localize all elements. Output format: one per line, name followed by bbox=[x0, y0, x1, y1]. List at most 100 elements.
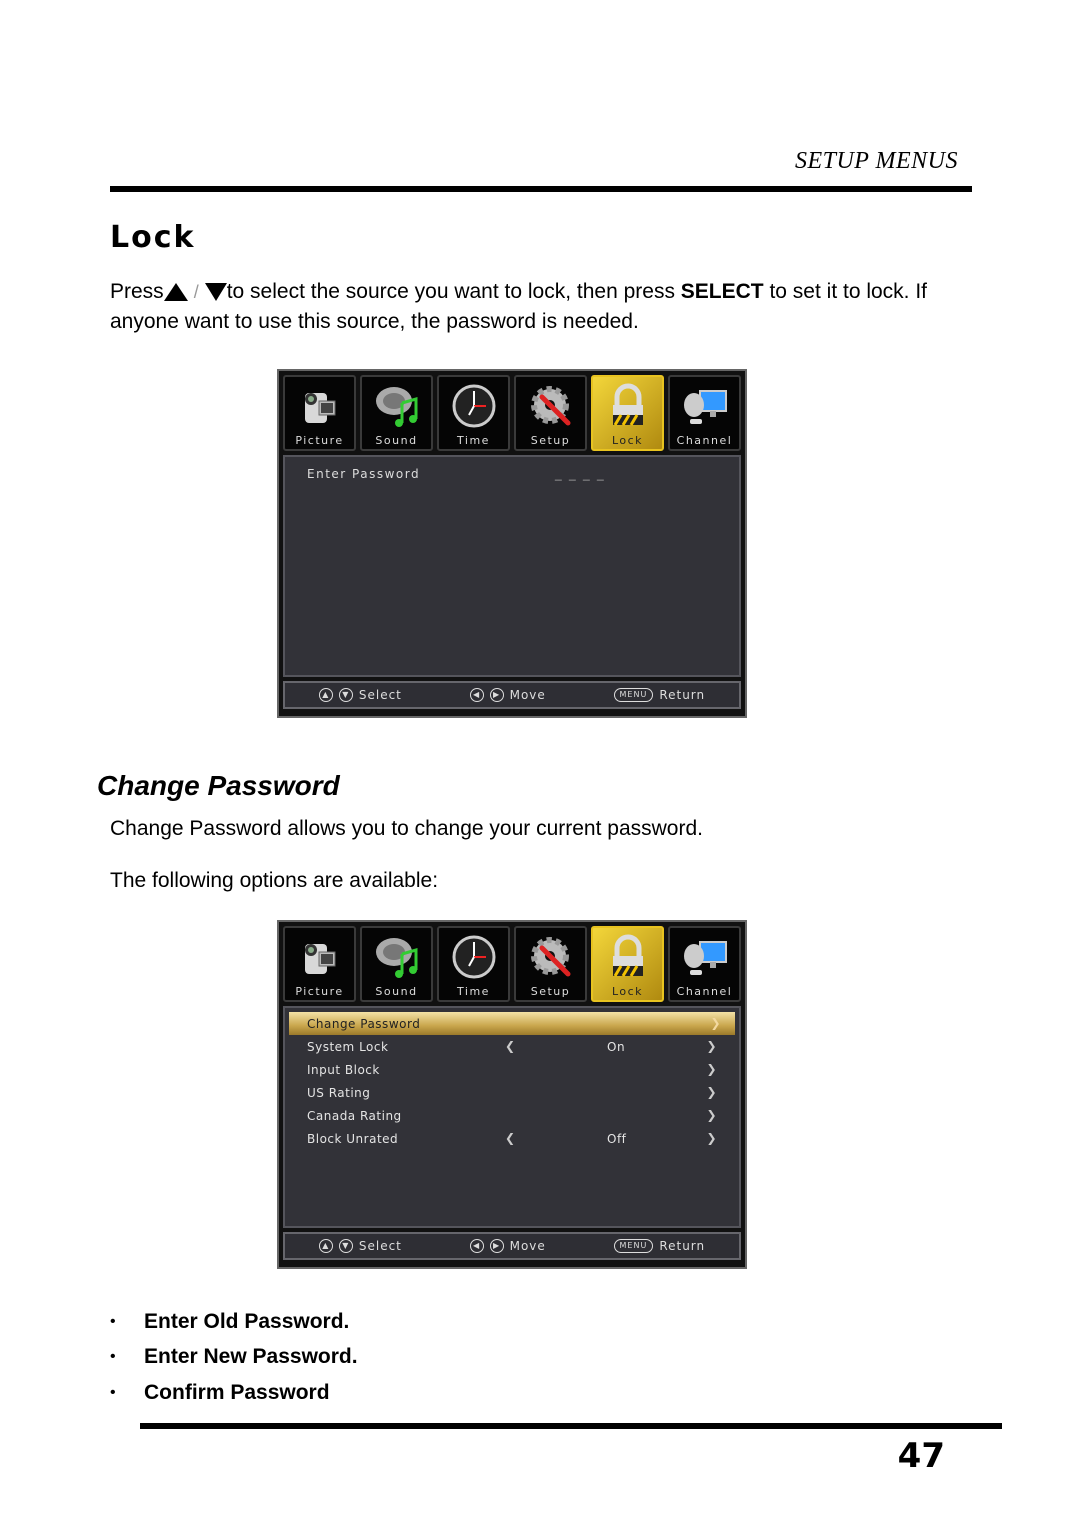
tab-channel[interactable]: Channel bbox=[668, 926, 741, 1002]
padlock-icon bbox=[605, 934, 651, 980]
menu-footer: ▲ ▼ Select ◀ ▶ Move MENU Return bbox=[283, 1232, 741, 1260]
change-password-menu-screenshot: Picture Sound Time Setup Lock Channel Change … bbox=[277, 920, 747, 1269]
tab-lock[interactable]: Lock bbox=[591, 375, 664, 451]
tab-sound[interactable]: Sound bbox=[360, 375, 433, 451]
lock-menu-screenshot: Picture Sound Time Setup Lock Channel Enter P… bbox=[277, 369, 747, 718]
tab-label: Lock bbox=[611, 434, 644, 447]
separator: / bbox=[193, 282, 199, 302]
camcorder-icon bbox=[297, 383, 343, 429]
change-password-description: Change Password allows you to change you… bbox=[110, 817, 703, 840]
chevron-right-icon[interactable]: ❯ bbox=[706, 1085, 717, 1099]
chevron-right-icon[interactable]: ❯ bbox=[706, 1108, 717, 1122]
speaker-music-icon bbox=[374, 383, 420, 429]
return-hint: MENU Return bbox=[613, 688, 706, 702]
menu-item-label: Block Unrated bbox=[307, 1132, 399, 1146]
menu-key-icon: MENU bbox=[613, 1239, 654, 1253]
chevron-left-icon[interactable]: ❮ bbox=[505, 1039, 516, 1053]
menu-item-canada-rating[interactable]: Canada Rating ❯ bbox=[285, 1104, 739, 1127]
section-header: SETUP MENUS bbox=[794, 148, 958, 174]
menu-item-label: US Rating bbox=[307, 1086, 371, 1100]
change-password-heading: Change Password bbox=[97, 770, 340, 801]
tab-label: Channel bbox=[676, 434, 733, 447]
password-panel: Enter Password _ _ _ _ bbox=[283, 455, 741, 677]
menu-key-icon: MENU bbox=[613, 688, 654, 702]
left-circle-icon: ◀ bbox=[469, 1239, 484, 1253]
chevron-right-icon[interactable]: ❯ bbox=[706, 1062, 717, 1076]
page-number: 47 bbox=[897, 1436, 945, 1476]
password-input[interactable]: _ _ _ _ bbox=[555, 467, 606, 481]
tab-label: Lock bbox=[611, 985, 644, 998]
menu-item-block-unrated[interactable]: Block Unrated ❮ Off ❯ bbox=[285, 1127, 739, 1150]
move-hint: ◀ ▶ Move bbox=[469, 1239, 546, 1253]
lock-intro: Press / to select the source you want to l… bbox=[110, 277, 970, 337]
tab-label: Sound bbox=[375, 434, 418, 447]
tab-label: Sound bbox=[375, 985, 418, 998]
tab-time[interactable]: Time bbox=[437, 375, 510, 451]
menu-item-input-block[interactable]: Input Block ❯ bbox=[285, 1058, 739, 1081]
menu-item-change-password[interactable]: Change Password ❯ bbox=[289, 1012, 735, 1035]
camcorder-icon bbox=[297, 934, 343, 980]
chevron-right-icon[interactable]: ❯ bbox=[706, 1039, 717, 1053]
clock-icon bbox=[451, 383, 497, 429]
clock-icon bbox=[451, 934, 497, 980]
speaker-music-icon bbox=[374, 934, 420, 980]
left-circle-icon: ◀ bbox=[469, 688, 484, 702]
menu-tabs: Picture Sound Time Setup Lock Channel bbox=[279, 922, 745, 1002]
select-hint: ▲ ▼ Select bbox=[318, 688, 402, 702]
select-hint-label: Select bbox=[358, 1239, 402, 1253]
tab-setup[interactable]: Setup bbox=[514, 375, 587, 451]
tab-label: Time bbox=[457, 985, 490, 998]
chevron-right-icon[interactable]: ❯ bbox=[706, 1131, 717, 1145]
tab-picture[interactable]: Picture bbox=[283, 375, 356, 451]
tab-label: Time bbox=[457, 434, 490, 447]
bullet-icon: • bbox=[110, 1312, 116, 1330]
tab-label: Channel bbox=[676, 985, 733, 998]
menu-item-label: Input Block bbox=[307, 1063, 380, 1077]
options-intro: The following options are available: bbox=[110, 869, 439, 892]
tab-picture[interactable]: Picture bbox=[283, 926, 356, 1002]
list-item: • Enter New Password. bbox=[110, 1340, 358, 1376]
tab-label: Setup bbox=[530, 434, 571, 447]
list-item-text: Enter Old Password. bbox=[144, 1309, 350, 1333]
up-circle-icon: ▲ bbox=[318, 688, 333, 702]
menu-item-us-rating[interactable]: US Rating ❯ bbox=[285, 1081, 739, 1104]
move-hint: ◀ ▶ Move bbox=[469, 688, 546, 702]
menu-item-label: Canada Rating bbox=[307, 1109, 402, 1123]
chevron-right-icon[interactable]: ❯ bbox=[710, 1016, 721, 1030]
down-circle-icon: ▼ bbox=[338, 1239, 353, 1253]
enter-password-label: Enter Password bbox=[307, 467, 421, 481]
tab-channel[interactable]: Channel bbox=[668, 375, 741, 451]
down-circle-icon: ▼ bbox=[338, 688, 353, 702]
return-hint-label: Return bbox=[659, 1239, 706, 1253]
bullet-icon: • bbox=[110, 1348, 116, 1366]
move-hint-label: Move bbox=[509, 1239, 546, 1253]
menu-item-system-lock[interactable]: System Lock ❮ On ❯ bbox=[285, 1035, 739, 1058]
select-hint: ▲ ▼ Select bbox=[318, 1239, 402, 1253]
menu-item-value: Off bbox=[607, 1132, 627, 1146]
bullet-icon: • bbox=[110, 1383, 116, 1401]
menu-item-label: Change Password bbox=[307, 1017, 421, 1031]
tab-setup[interactable]: Setup bbox=[514, 926, 587, 1002]
return-hint: MENU Return bbox=[613, 1239, 706, 1253]
tab-label: Picture bbox=[295, 985, 344, 998]
intro-middle: to select the source you want to lock, t… bbox=[226, 280, 681, 303]
satellite-monitor-icon bbox=[682, 383, 728, 429]
list-item-text: Enter New Password. bbox=[144, 1345, 358, 1369]
menu-tabs: Picture Sound Time Setup Lock Channel bbox=[279, 371, 745, 451]
menu-footer: ▲ ▼ Select ◀ ▶ Move MENU Return bbox=[283, 681, 741, 709]
gear-screwdriver-icon bbox=[528, 934, 574, 980]
return-hint-label: Return bbox=[659, 688, 706, 702]
right-circle-icon: ▶ bbox=[489, 688, 504, 702]
padlock-icon bbox=[605, 383, 651, 429]
triangle-down-icon bbox=[204, 283, 227, 302]
chevron-left-icon[interactable]: ❮ bbox=[505, 1131, 516, 1145]
select-key-label: SELECT bbox=[680, 280, 764, 303]
tab-sound[interactable]: Sound bbox=[360, 926, 433, 1002]
right-circle-icon: ▶ bbox=[489, 1239, 504, 1253]
move-hint-label: Move bbox=[509, 688, 546, 702]
tab-time[interactable]: Time bbox=[437, 926, 510, 1002]
list-item-text: Confirm Password bbox=[144, 1380, 330, 1404]
lock-heading: Lock bbox=[110, 220, 196, 255]
up-circle-icon: ▲ bbox=[318, 1239, 333, 1253]
tab-lock[interactable]: Lock bbox=[591, 926, 664, 1002]
